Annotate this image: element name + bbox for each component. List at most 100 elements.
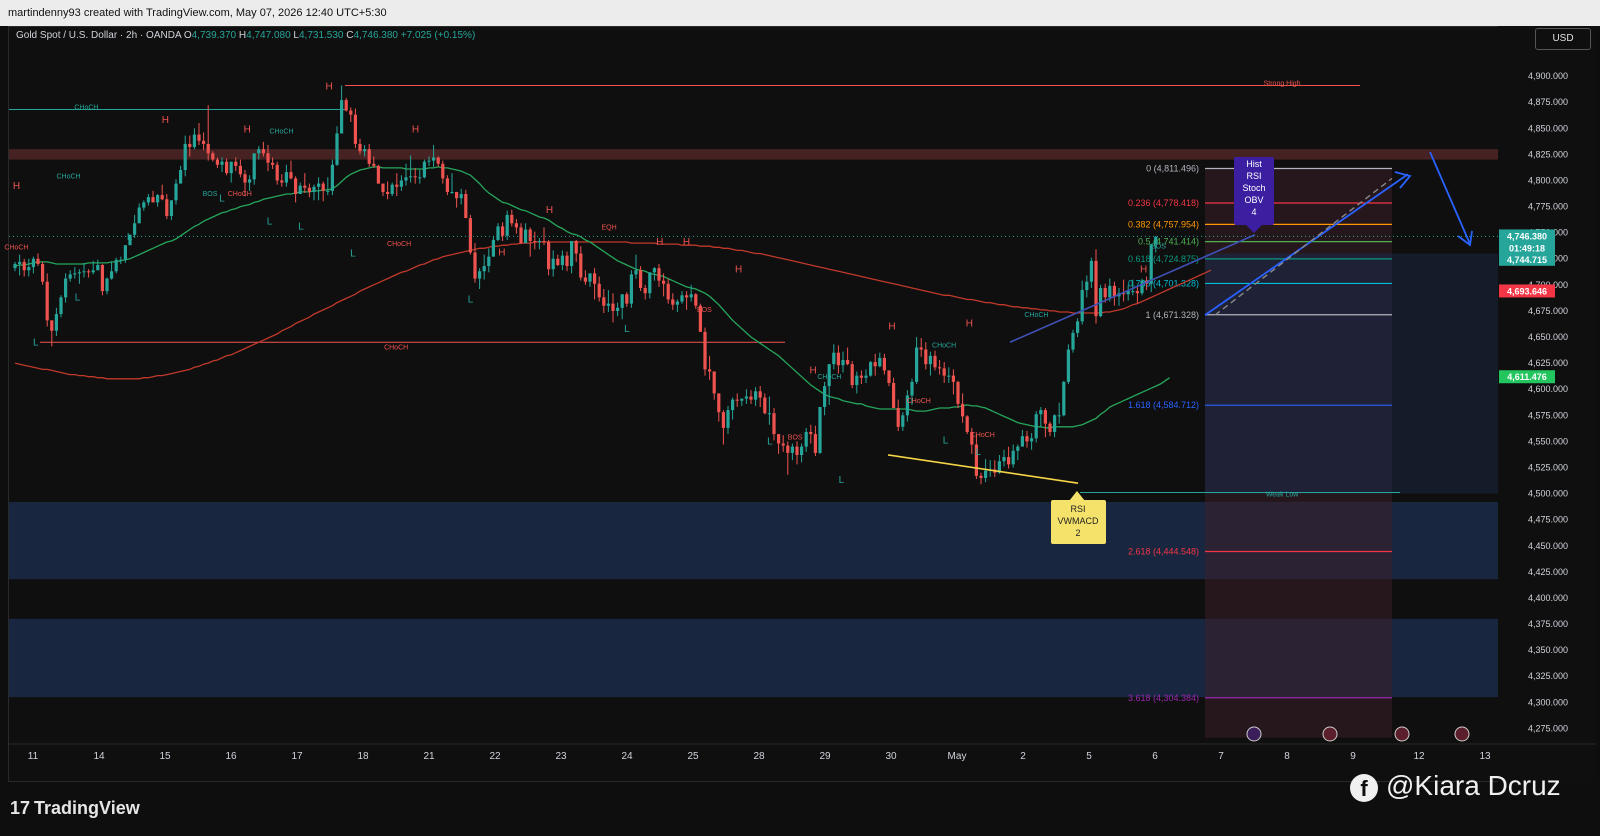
structure-label: H bbox=[326, 82, 333, 93]
structure-label: H bbox=[244, 124, 251, 135]
candle-body bbox=[427, 160, 431, 162]
candle-body bbox=[611, 303, 615, 311]
candle-body bbox=[298, 185, 302, 195]
choch-label: CHoCH bbox=[228, 191, 252, 198]
candle-body bbox=[1002, 457, 1006, 462]
hist-box-line: OBV bbox=[1244, 195, 1263, 205]
candle-body bbox=[344, 100, 348, 111]
candle-body bbox=[951, 375, 955, 382]
y-tick-label: 4,500.000 bbox=[1528, 489, 1568, 499]
candle-body bbox=[947, 375, 951, 377]
candle-body bbox=[100, 265, 104, 292]
price-label: 4,693.646 bbox=[1507, 286, 1547, 296]
candle-body bbox=[896, 408, 900, 427]
close-value: 4,746.380 bbox=[353, 30, 399, 41]
candle-body bbox=[933, 355, 937, 368]
currency-button[interactable]: USD bbox=[1535, 28, 1591, 50]
candle-body bbox=[634, 270, 638, 275]
candle-body bbox=[781, 443, 785, 446]
candle-body bbox=[142, 202, 146, 208]
candle-body bbox=[114, 259, 118, 272]
candle-body bbox=[197, 134, 201, 141]
candle-body bbox=[869, 362, 873, 376]
candle-body bbox=[786, 445, 790, 453]
x-tick-label: 6 bbox=[1152, 751, 1158, 762]
candle-body bbox=[965, 416, 969, 433]
candle-body bbox=[468, 218, 472, 253]
hist-box-line: RSI bbox=[1246, 171, 1261, 181]
event-marker-icon bbox=[1246, 726, 1262, 742]
candle-body bbox=[307, 187, 311, 192]
y-tick-label: 4,650.000 bbox=[1528, 332, 1568, 342]
candle-body bbox=[64, 278, 68, 298]
divergence-line bbox=[887, 454, 1079, 484]
facebook-icon: f bbox=[1350, 773, 1378, 802]
candle-body bbox=[91, 270, 95, 273]
structure-label: L bbox=[298, 222, 304, 233]
x-tick-label: 15 bbox=[159, 751, 171, 762]
candle-body bbox=[754, 391, 758, 400]
tradingview-mark-icon: 17 bbox=[10, 798, 31, 818]
candle-body bbox=[809, 432, 813, 435]
structure-label: H bbox=[888, 322, 895, 333]
fib-label-8: 2.618 (4,444.548) bbox=[1128, 546, 1199, 556]
structure-label: H bbox=[13, 181, 20, 192]
candle-body bbox=[404, 177, 408, 181]
candle-body bbox=[146, 197, 150, 203]
candle-body bbox=[519, 227, 523, 244]
candle-body bbox=[1062, 381, 1066, 416]
candle-body bbox=[593, 273, 597, 284]
candle-body bbox=[744, 396, 748, 399]
candlestick-chart[interactable]: 0 (4,811.496) 0.236 (4,778.418) 0.382 (4,7… bbox=[0, 0, 1600, 782]
candle-body bbox=[22, 261, 26, 271]
structure-label: H bbox=[498, 248, 505, 259]
candle-body bbox=[82, 271, 86, 273]
candle-body bbox=[1140, 280, 1144, 294]
candle-body bbox=[629, 274, 633, 304]
structure-label: L bbox=[33, 337, 39, 348]
candle-body bbox=[602, 297, 606, 306]
candle-body bbox=[979, 475, 983, 478]
y-tick-label: 4,350.000 bbox=[1528, 645, 1568, 655]
choch-label: BOS bbox=[203, 191, 218, 198]
candle-body bbox=[340, 100, 344, 134]
candle-body bbox=[832, 352, 836, 365]
candle-body bbox=[846, 359, 850, 365]
structure-label: H bbox=[735, 264, 742, 275]
y-tick-label: 4,375.000 bbox=[1528, 619, 1568, 629]
y-tick-label: 4,900.000 bbox=[1528, 71, 1568, 81]
tradingview-logo[interactable]: 17 TradingView bbox=[10, 798, 140, 819]
candle-body bbox=[13, 263, 17, 269]
structure-label: L bbox=[624, 324, 630, 335]
candle-body bbox=[620, 294, 624, 308]
candle-body bbox=[252, 153, 256, 180]
structure-label: H bbox=[809, 366, 816, 377]
choch-label: CHoCH bbox=[4, 244, 28, 251]
structure-label: H bbox=[412, 124, 419, 135]
y-tick-label: 4,450.000 bbox=[1528, 541, 1568, 551]
choch-label: CHoCH bbox=[74, 104, 98, 111]
candle-body bbox=[395, 184, 399, 187]
y-tick-label: 4,875.000 bbox=[1528, 97, 1568, 107]
candle-body bbox=[1007, 457, 1011, 465]
candle-body bbox=[565, 255, 569, 267]
price-label: 4,611.476 bbox=[1507, 372, 1547, 382]
candle-body bbox=[685, 295, 689, 298]
candle-body bbox=[225, 161, 229, 174]
candle-body bbox=[777, 434, 781, 444]
candle-body bbox=[266, 153, 270, 163]
choch-label: CHoCH bbox=[384, 345, 408, 352]
candle-body bbox=[45, 281, 49, 321]
candle-body bbox=[234, 161, 238, 166]
candle-body bbox=[537, 241, 541, 243]
candle-body bbox=[570, 241, 574, 267]
candle-body bbox=[59, 297, 63, 315]
watermark-handle: @Kiara Dcruz bbox=[1386, 770, 1561, 801]
candle-body bbox=[473, 252, 477, 279]
candle-body bbox=[579, 253, 583, 278]
candle-body bbox=[36, 258, 40, 264]
candle-body bbox=[271, 162, 275, 165]
candle-body bbox=[1048, 423, 1052, 433]
x-tick-label: 21 bbox=[423, 751, 435, 762]
candle-body bbox=[303, 185, 307, 188]
